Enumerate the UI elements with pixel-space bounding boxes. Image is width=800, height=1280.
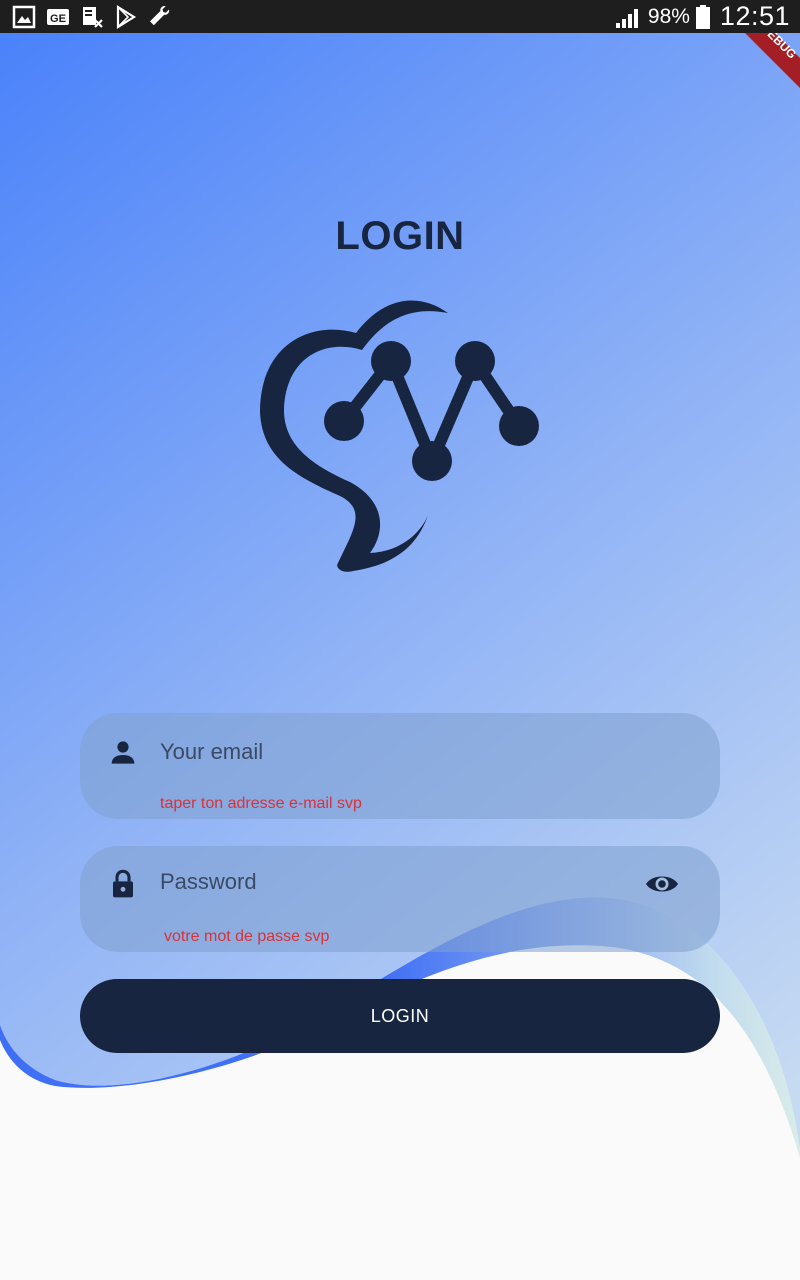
- password-placeholder: Password: [160, 869, 257, 894]
- login-screen: GE 98% 12:51 DEBUG LOGIN Your email tape…: [0, 0, 800, 1280]
- ge-icon: GE: [47, 9, 69, 25]
- status-bar: GE 98% 12:51: [0, 0, 800, 33]
- page-title: LOGIN: [335, 214, 465, 258]
- person-icon: [111, 741, 135, 764]
- password-field[interactable]: Password votre mot de passe svp: [80, 846, 720, 952]
- battery-percent: 98%: [647, 4, 690, 28]
- battery-icon: [695, 4, 710, 29]
- email-field[interactable]: Your email taper ton adresse e-mail svp: [80, 713, 720, 819]
- lock-icon: [113, 869, 133, 898]
- play-store-icon: [116, 5, 137, 29]
- eye-icon[interactable]: [644, 870, 680, 898]
- email-error-text: taper ton adresse e-mail svp: [160, 795, 362, 812]
- document-x-icon: [83, 7, 103, 28]
- heart-pulse-logo-icon: [260, 300, 539, 572]
- gallery-icon: [12, 5, 36, 29]
- clock: 12:51: [719, 1, 790, 31]
- password-error-text: votre mot de passe svp: [164, 928, 330, 945]
- login-button[interactable]: LOGIN: [80, 979, 720, 1053]
- svg-text:GE: GE: [50, 13, 66, 25]
- wrench-icon: [150, 6, 170, 26]
- email-placeholder: Your email: [160, 739, 264, 764]
- signal-icon: [615, 8, 638, 28]
